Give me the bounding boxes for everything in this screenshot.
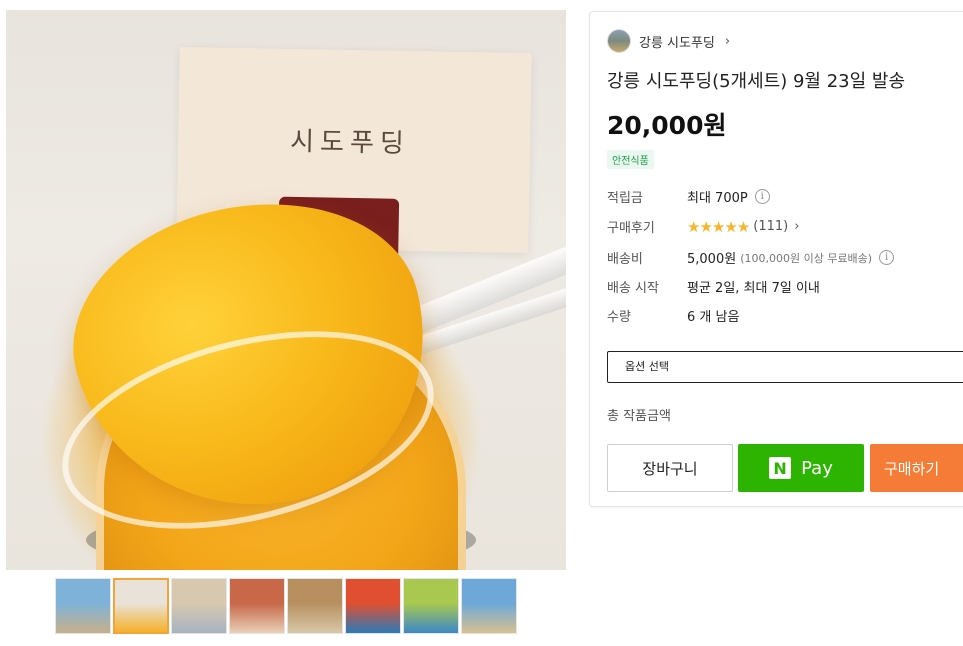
seller-avatar bbox=[607, 29, 631, 53]
shipping-sub: (100,000원 이상 무료배송) bbox=[740, 251, 873, 265]
thumbnail-jar-with-label[interactable] bbox=[229, 578, 285, 634]
review-label: 구매후기 bbox=[607, 221, 655, 236]
naver-pay-label: Pay bbox=[801, 457, 833, 479]
ship-start-label: 배송 시작 bbox=[607, 281, 659, 296]
cart-button-label: 장바구니 bbox=[642, 459, 698, 478]
quantity-label: 수량 bbox=[607, 310, 631, 325]
info-icon[interactable]: i bbox=[879, 250, 895, 265]
thumbnail-jar-on-sand[interactable] bbox=[461, 578, 517, 634]
seller-link[interactable]: 강릉 시도푸딩 › bbox=[607, 29, 730, 53]
ship-start-value: 평균 2일, 최대 7일 이내 bbox=[687, 281, 820, 296]
product-info-panel: 강릉 시도푸딩 › 강릉 시도푸딩(5개세트) 9월 23일 발송 20,000… bbox=[589, 11, 963, 507]
main-product-image: 시도푸딩 bbox=[6, 10, 566, 570]
ship-start-row: 배송 시작 평균 2일, 최대 7일 이내 bbox=[607, 277, 820, 296]
buy-now-button[interactable]: 구매하기 bbox=[870, 444, 963, 492]
option-select[interactable]: 옵션 선택 bbox=[607, 351, 963, 383]
thumbnail-strip bbox=[55, 578, 517, 634]
thumbnail-pudding-closeup[interactable] bbox=[287, 578, 343, 634]
quantity-row: 수량 6 개 남음 bbox=[607, 306, 739, 325]
points-row: 적립금 최대 700P i bbox=[607, 187, 770, 206]
review-row[interactable]: 구매후기 ★★★★★ (111) › bbox=[607, 217, 799, 237]
product-price: 20,000원 bbox=[607, 111, 727, 140]
star-rating-icon: ★★★★★ bbox=[687, 217, 750, 236]
naver-n-icon: N bbox=[769, 457, 792, 479]
product-title: 강릉 시도푸딩(5개세트) 9월 23일 발송 bbox=[607, 71, 906, 92]
chevron-right-icon: › bbox=[794, 219, 800, 234]
shipping-row: 배송비 5,000원 (100,000원 이상 무료배송) i bbox=[607, 248, 895, 267]
shipping-value: 5,000원 bbox=[687, 252, 737, 267]
points-value: 최대 700P bbox=[687, 191, 748, 206]
thumbnail-hand-with-jar-sea[interactable] bbox=[345, 578, 401, 634]
seller-name: 강릉 시도푸딩 bbox=[639, 35, 715, 51]
buy-button-label: 구매하기 bbox=[884, 459, 940, 478]
thumbnail-beach-with-jars[interactable] bbox=[55, 578, 111, 634]
shipping-label: 배송비 bbox=[607, 252, 643, 267]
review-value-wrap: ★★★★★ (111) › bbox=[687, 218, 799, 236]
brand-card-title: 시도푸딩 bbox=[289, 126, 411, 159]
safe-food-badge: 안전식품 bbox=[607, 150, 654, 169]
shipping-value-wrap: 5,000원 (100,000원 이상 무료배송) i bbox=[687, 248, 895, 267]
info-icon[interactable]: i bbox=[754, 189, 770, 204]
add-to-cart-button[interactable]: 장바구니 bbox=[607, 444, 733, 492]
thumbnail-box-on-rocks[interactable] bbox=[171, 578, 227, 634]
total-price-label: 총 작품금액 bbox=[607, 409, 671, 424]
quantity-value: 6 개 남음 bbox=[687, 310, 740, 325]
points-label: 적립금 bbox=[607, 191, 643, 206]
points-value-wrap: 최대 700P i bbox=[687, 187, 770, 206]
thumbnail-hand-green-jar-sea[interactable] bbox=[403, 578, 459, 634]
thumbnail-spoon-pudding[interactable] bbox=[113, 578, 169, 634]
naver-pay-button[interactable]: N Pay bbox=[738, 444, 864, 492]
review-count: (111) bbox=[753, 219, 789, 234]
chevron-right-icon: › bbox=[724, 33, 731, 49]
